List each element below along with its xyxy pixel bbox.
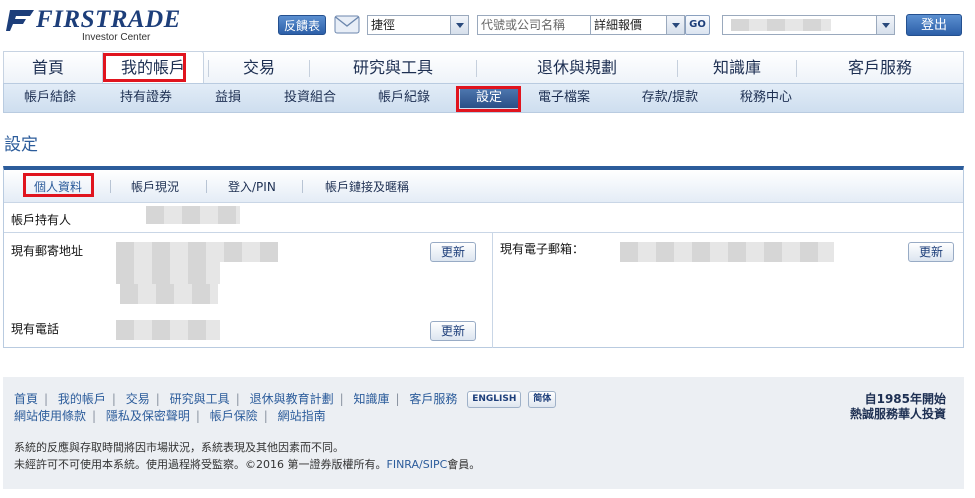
chevron-down-icon bbox=[450, 16, 468, 34]
tab-divider bbox=[302, 180, 303, 193]
copyright-text: 未經許可不可使用本系統。使用過程將受監察。©2016 第一證券版權所有。 bbox=[14, 458, 387, 471]
logo-mark-icon bbox=[6, 10, 34, 31]
subnav-history[interactable]: 帳戶紀錄 bbox=[366, 84, 442, 112]
footer-link-research[interactable]: 研究與工具 bbox=[170, 392, 230, 406]
holder-row: 帳戶持有人 bbox=[4, 203, 963, 233]
tab-account-links[interactable]: 帳戶鏈接及暱稱 bbox=[325, 178, 409, 195]
subnav-holdings[interactable]: 持有證券 bbox=[108, 84, 184, 112]
nav-retirement[interactable]: 退休與規劃 bbox=[477, 52, 677, 84]
footer-link-service[interactable]: 客戶服務 bbox=[409, 392, 457, 406]
subnav-balances[interactable]: 帳戶結餘 bbox=[12, 84, 88, 112]
settings-panel: 個人資料 帳戶現況 登入/PIN 帳戶鏈接及暱稱 帳戶持有人 現有郵寄地址 更新… bbox=[3, 166, 964, 348]
english-button[interactable]: ENGLISH bbox=[467, 391, 522, 408]
footer-link-knowledge[interactable]: 知識庫 bbox=[353, 392, 389, 406]
subnav-tax-center[interactable]: 稅務中心 bbox=[728, 84, 804, 112]
email-label: 現有電子郵箱： bbox=[500, 242, 585, 256]
highlight-box bbox=[456, 86, 521, 112]
shortcut-select-value: 捷徑 bbox=[371, 18, 396, 32]
nav-home[interactable]: 首頁 bbox=[4, 52, 92, 84]
copyright-suffix: 會員。 bbox=[447, 458, 481, 471]
subnav-gain-loss[interactable]: 益損 bbox=[200, 84, 256, 112]
subnav-documents[interactable]: 電子檔案 bbox=[526, 84, 602, 112]
holder-label: 帳戶持有人 bbox=[11, 213, 72, 227]
subnav-portfolio[interactable]: 投資組合 bbox=[272, 84, 348, 112]
footer-links-row2: 網站使用條款 | 隱私及保密聲明 | 帳戶保險 | 網站指南 bbox=[14, 409, 326, 423]
quote-type-value: 詳細報價 bbox=[594, 18, 643, 32]
highlight-box bbox=[23, 173, 94, 197]
settings-tabs: 個人資料 帳戶現況 登入/PIN 帳戶鏈接及暱稱 bbox=[4, 170, 963, 203]
footer-link-home[interactable]: 首頁 bbox=[14, 392, 38, 406]
tab-account-status[interactable]: 帳戶現況 bbox=[131, 178, 179, 195]
tab-login-pin[interactable]: 登入/PIN bbox=[228, 178, 276, 195]
account-select[interactable] bbox=[722, 15, 895, 35]
footer: 首頁 | 我的帳戶 | 交易 | 研究與工具 | 退休與教育計劃 | 知識庫 | 客戶服務 … bbox=[3, 377, 964, 489]
quote-type-select[interactable]: 詳細報價 bbox=[591, 15, 685, 35]
page-title: 設定 bbox=[4, 135, 38, 155]
firstrade-logo[interactable]: FIRSTRADE Investor Center bbox=[6, 4, 180, 43]
symbol-search-input[interactable]: 代號或公司名稱 bbox=[477, 15, 591, 35]
footer-link-terms[interactable]: 網站使用條款 bbox=[14, 409, 86, 423]
phone-label: 現有電話 bbox=[11, 322, 60, 336]
nav-research-tools[interactable]: 研究與工具 bbox=[310, 52, 476, 84]
footer-link-privacy[interactable]: 隱私及保密聲明 bbox=[106, 409, 190, 423]
since-1985-line2: 熱誠服務華人投資 bbox=[849, 407, 946, 421]
phone-redacted bbox=[116, 320, 220, 340]
footer-disclaimer: 系統的反應與存取時間將因市場狀況，系統表現及其他因素而不同。 bbox=[14, 441, 344, 454]
tab-divider bbox=[206, 180, 207, 193]
address-label: 現有郵寄地址 bbox=[11, 244, 84, 258]
update-phone-button[interactable]: 更新 bbox=[430, 321, 476, 341]
address-redacted bbox=[116, 242, 278, 262]
logout-button[interactable]: 登出 bbox=[906, 14, 962, 36]
footer-link-sitemap[interactable]: 網站指南 bbox=[278, 409, 326, 423]
nav-customer-service[interactable]: 客戶服務 bbox=[797, 52, 963, 84]
nav-knowledge[interactable]: 知識庫 bbox=[678, 52, 796, 84]
footer-link-trade[interactable]: 交易 bbox=[126, 392, 150, 406]
footer-link-retirement[interactable]: 退休與教育計劃 bbox=[250, 392, 334, 406]
footer-copyright: 未經許可不可使用本系統。使用過程將受監察。©2016 第一證券版權所有。FINR… bbox=[14, 456, 480, 472]
go-button[interactable]: GO bbox=[685, 15, 710, 35]
tab-divider bbox=[110, 180, 111, 193]
highlight-box bbox=[103, 53, 186, 82]
chevron-down-icon bbox=[666, 16, 684, 34]
update-email-button[interactable]: 更新 bbox=[908, 242, 954, 262]
top-bar: FIRSTRADE Investor Center 反饋表 捷徑 代號或公司名稱… bbox=[0, 0, 975, 46]
chevron-down-icon bbox=[876, 16, 894, 34]
footer-link-insurance[interactable]: 帳戶保險 bbox=[210, 409, 258, 423]
account-number-redacted bbox=[731, 19, 831, 31]
footer-links-row1: 首頁 | 我的帳戶 | 交易 | 研究與工具 | 退休與教育計劃 | 知識庫 | 客戶服務 … bbox=[14, 390, 557, 408]
logo-text: FIRSTRADE bbox=[36, 6, 181, 33]
holder-name-redacted bbox=[146, 206, 240, 224]
shortcut-select[interactable]: 捷徑 bbox=[367, 15, 469, 35]
subnav-deposit-withdraw[interactable]: 存款/提款 bbox=[630, 84, 710, 112]
email-redacted bbox=[620, 242, 834, 262]
simplified-chinese-button[interactable]: 简体 bbox=[528, 391, 557, 408]
nav-trade[interactable]: 交易 bbox=[209, 52, 309, 84]
update-address-button[interactable]: 更新 bbox=[430, 242, 476, 262]
column-divider bbox=[492, 233, 493, 348]
mail-icon[interactable] bbox=[334, 15, 360, 34]
footer-link-my-account[interactable]: 我的帳戶 bbox=[58, 392, 106, 406]
logo-subtitle: Investor Center bbox=[82, 32, 151, 43]
finra-sipc-link[interactable]: FINRA/SIPC bbox=[387, 458, 448, 471]
address-redacted bbox=[120, 284, 218, 304]
feedback-button[interactable]: 反饋表 bbox=[278, 15, 326, 35]
address-redacted bbox=[116, 262, 220, 284]
